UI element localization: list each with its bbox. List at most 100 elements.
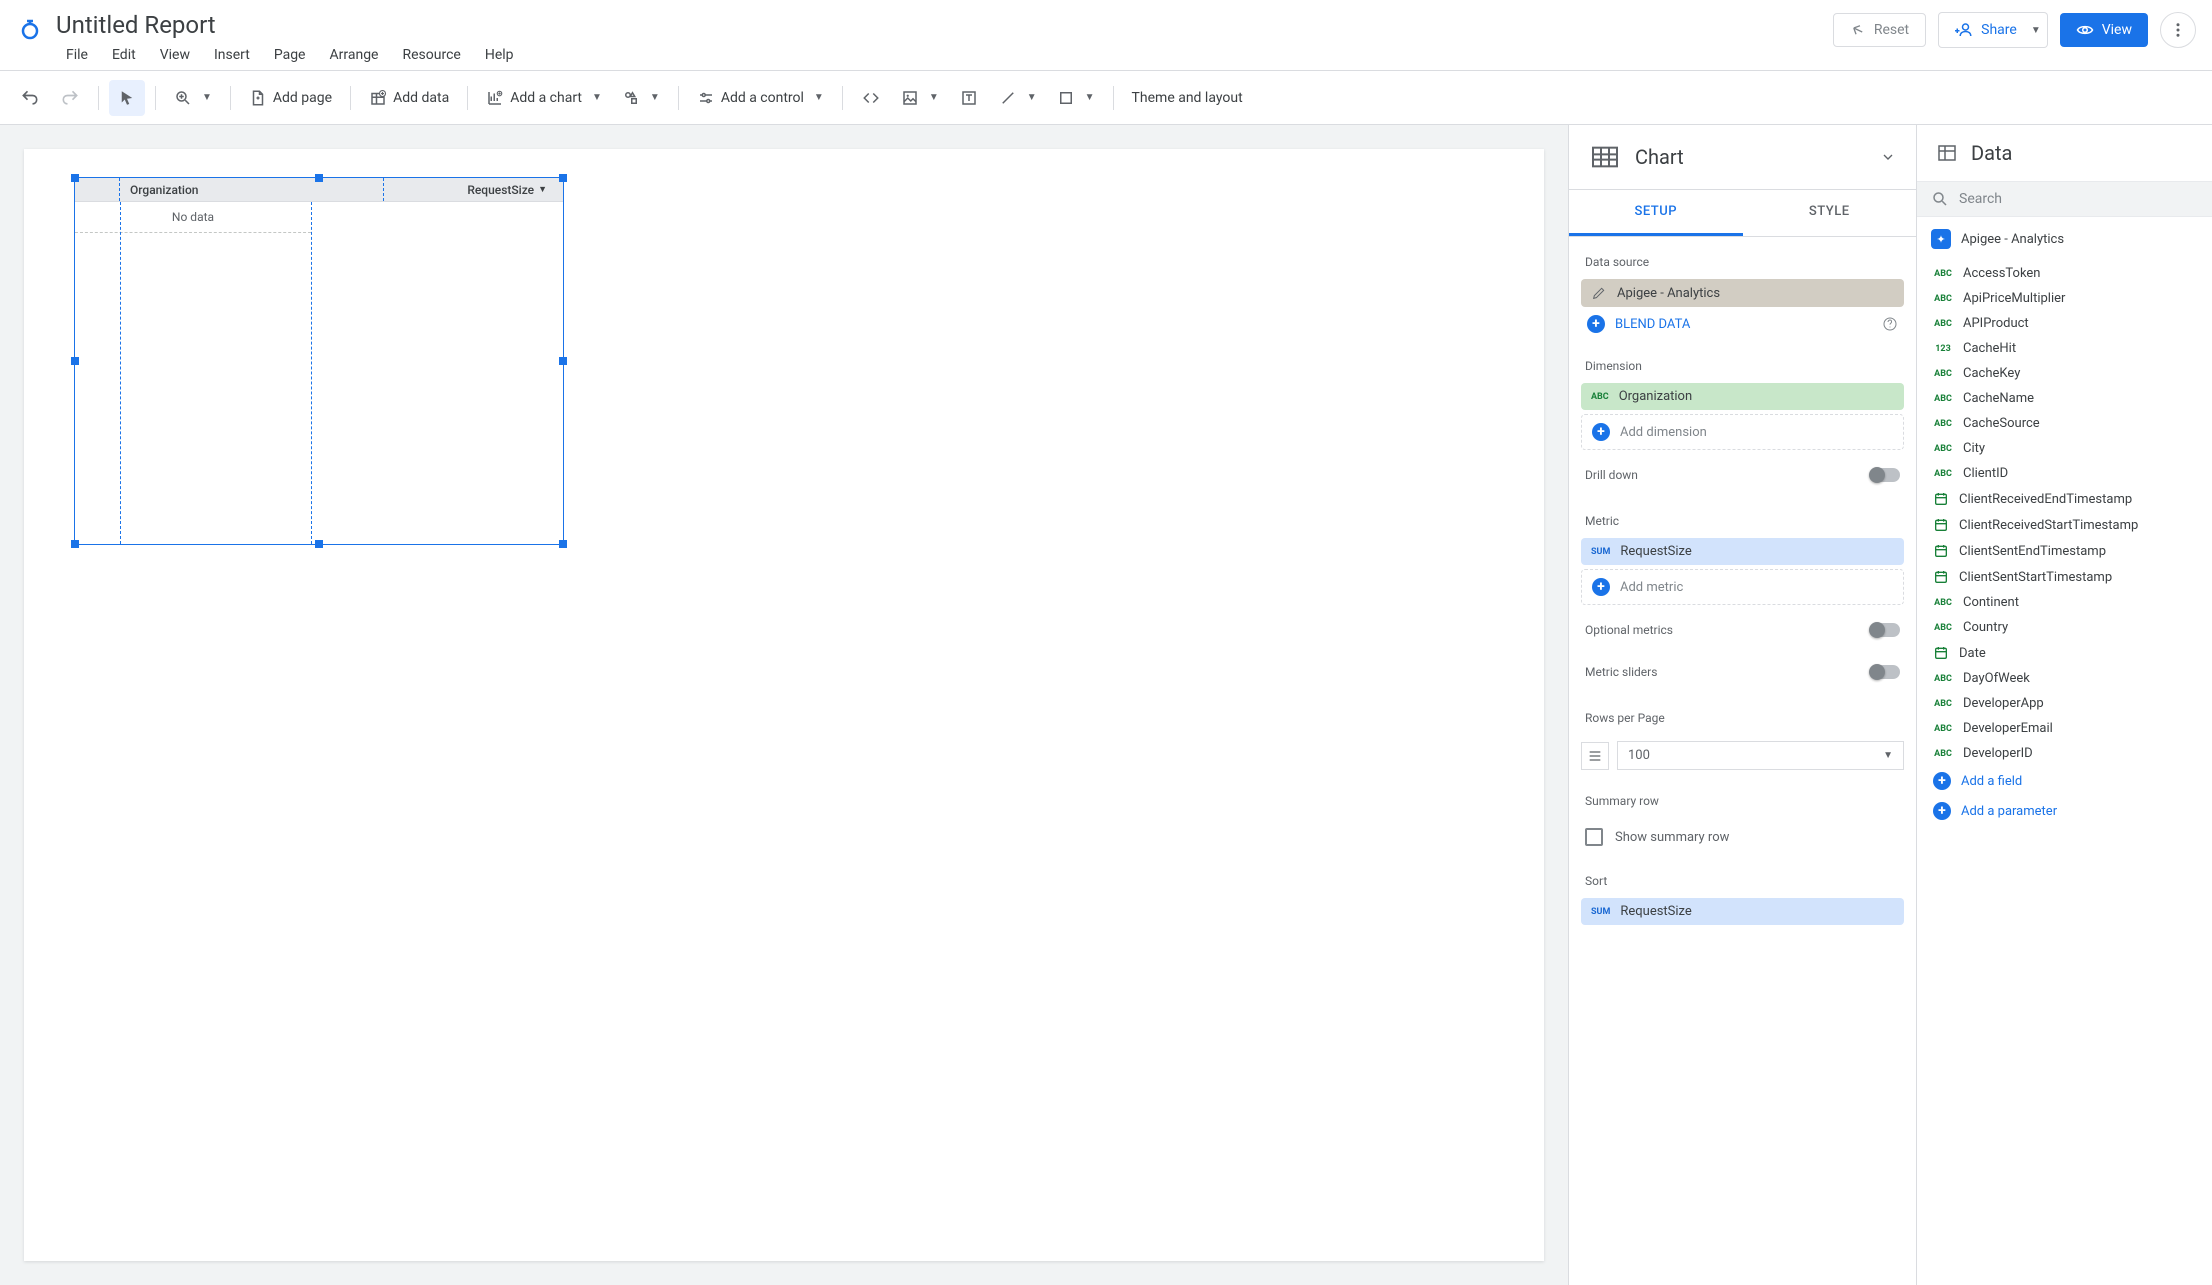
share-dropdown[interactable]: ▼ — [2021, 12, 2048, 48]
menu-bar: File Edit View Insert Page Arrange Resou… — [56, 43, 1833, 67]
field-item[interactable]: Date — [1923, 640, 2206, 666]
add-page-button[interactable]: Add page — [241, 80, 340, 116]
resize-handle[interactable] — [315, 174, 323, 182]
shape-button[interactable]: ▼ — [1049, 80, 1103, 116]
menu-insert[interactable]: Insert — [204, 43, 260, 67]
line-button[interactable]: ▼ — [991, 80, 1045, 116]
menu-help[interactable]: Help — [475, 43, 524, 67]
metric-sliders-toggle[interactable] — [1870, 665, 1900, 679]
column-requestsize[interactable]: RequestSize▼ — [383, 178, 563, 201]
app-logo[interactable] — [16, 15, 44, 43]
field-item[interactable]: ClientSentStartTimestamp — [1923, 564, 2206, 590]
rows-per-page-select[interactable]: 100 ▼ — [1617, 741, 1904, 770]
menu-file[interactable]: File — [56, 43, 98, 67]
share-label: Share — [1981, 22, 2017, 38]
tab-style[interactable]: STYLE — [1743, 190, 1917, 236]
field-item[interactable]: ClientReceivedStartTimestamp — [1923, 512, 2206, 538]
add-field-button[interactable]: +Add a field — [1923, 766, 2206, 796]
caret-down-icon: ▼ — [650, 92, 660, 103]
field-item[interactable]: ABCApiPriceMultiplier — [1923, 286, 2206, 311]
page-add-icon — [249, 89, 267, 107]
undo-button[interactable] — [12, 80, 48, 116]
menu-edit[interactable]: Edit — [102, 43, 146, 67]
menu-arrange[interactable]: Arrange — [320, 43, 389, 67]
field-item[interactable]: ABCContinent — [1923, 590, 2206, 615]
report-canvas[interactable]: Organization RequestSize▼ No data — [24, 149, 1544, 1261]
menu-page[interactable]: Page — [264, 43, 316, 67]
show-summary-label: Show summary row — [1615, 830, 1729, 845]
drill-down-toggle[interactable] — [1870, 468, 1900, 482]
dimension-label: Dimension — [1577, 341, 1908, 383]
help-icon[interactable] — [1882, 316, 1898, 332]
redo-button[interactable] — [52, 80, 88, 116]
table-chart-widget[interactable]: Organization RequestSize▼ No data — [74, 177, 564, 545]
line-icon — [999, 89, 1017, 107]
field-item[interactable]: ABCDeveloperEmail — [1923, 716, 2206, 741]
resize-handle[interactable] — [71, 174, 79, 182]
tab-setup[interactable]: SETUP — [1569, 190, 1743, 236]
theme-layout-button[interactable]: Theme and layout — [1124, 80, 1251, 116]
add-metric-button[interactable]: + Add metric — [1581, 569, 1904, 605]
add-parameter-button[interactable]: +Add a parameter — [1923, 796, 2206, 826]
community-viz-button[interactable]: ▼ — [614, 80, 668, 116]
optional-metrics-toggle[interactable] — [1870, 623, 1900, 637]
type-badge: ABC — [1933, 724, 1953, 734]
field-item[interactable]: ClientReceivedEndTimestamp — [1923, 486, 2206, 512]
data-source-chip[interactable]: Apigee - Analytics — [1581, 279, 1904, 307]
resize-handle[interactable] — [559, 540, 567, 548]
field-item[interactable]: 123CacheHit — [1923, 336, 2206, 361]
view-button[interactable]: View — [2060, 13, 2148, 47]
canvas-area[interactable]: Organization RequestSize▼ No data — [0, 125, 1568, 1285]
resize-handle[interactable] — [71, 540, 79, 548]
type-badge: ABC — [1933, 598, 1953, 608]
embed-button[interactable] — [853, 80, 889, 116]
add-data-button[interactable]: Add data — [361, 80, 457, 116]
add-control-button[interactable]: Add a control▼ — [689, 80, 832, 116]
panel-title: Chart — [1635, 145, 1866, 169]
add-dimension-button[interactable]: + Add dimension — [1581, 414, 1904, 450]
field-item[interactable]: ABCAPIProduct — [1923, 311, 2206, 336]
sort-chip[interactable]: SUM RequestSize — [1581, 898, 1904, 925]
resize-handle[interactable] — [71, 357, 79, 365]
report-title[interactable]: Untitled Report — [56, 11, 1833, 43]
field-item[interactable]: ABCClientID — [1923, 461, 2206, 486]
field-item[interactable]: ABCCity — [1923, 436, 2206, 461]
show-summary-checkbox[interactable] — [1585, 828, 1603, 846]
more-options-button[interactable] — [2160, 12, 2196, 48]
text-button[interactable] — [951, 80, 987, 116]
metric-chip[interactable]: SUM RequestSize — [1581, 538, 1904, 565]
field-item[interactable]: ClientSentEndTimestamp — [1923, 538, 2206, 564]
menu-view[interactable]: View — [150, 43, 200, 67]
field-item[interactable]: ABCAccessToken — [1923, 261, 2206, 286]
resize-handle[interactable] — [315, 540, 323, 548]
menu-resource[interactable]: Resource — [392, 43, 470, 67]
field-item[interactable]: ABCDeveloperID — [1923, 741, 2206, 766]
column-organization[interactable]: Organization — [120, 183, 383, 197]
data-source-item[interactable]: ✦ Apigee - Analytics — [1917, 217, 2212, 261]
zoom-icon — [174, 89, 192, 107]
plus-icon: + — [1933, 802, 1951, 820]
optional-metrics-label: Optional metrics — [1585, 623, 1673, 637]
field-item[interactable]: ABCCacheKey — [1923, 361, 2206, 386]
data-source-label: Data source — [1577, 237, 1908, 279]
field-item[interactable]: ABCCountry — [1923, 615, 2206, 640]
share-button[interactable]: Share — [1938, 12, 2034, 48]
reset-button[interactable]: Reset — [1833, 13, 1926, 47]
add-chart-button[interactable]: Add a chart▼ — [478, 80, 610, 116]
zoom-button[interactable]: ▼ — [166, 80, 220, 116]
image-button[interactable]: ▼ — [893, 80, 947, 116]
field-search[interactable]: Search — [1917, 181, 2212, 217]
dimension-chip[interactable]: ABC Organization — [1581, 383, 1904, 410]
chevron-down-icon[interactable] — [1880, 149, 1896, 165]
field-item[interactable]: ABCDeveloperApp — [1923, 691, 2206, 716]
pointer-tool[interactable] — [109, 80, 145, 116]
search-icon — [1931, 190, 1949, 208]
field-item[interactable]: ABCCacheName — [1923, 386, 2206, 411]
field-item[interactable]: ABCCacheSource — [1923, 411, 2206, 436]
field-item[interactable]: ABCDayOfWeek — [1923, 666, 2206, 691]
person-add-icon — [1955, 21, 1973, 39]
resize-handle[interactable] — [559, 357, 567, 365]
blend-data-button[interactable]: + BLEND DATA — [1577, 307, 1908, 341]
type-badge: ABC — [1933, 674, 1953, 684]
resize-handle[interactable] — [559, 174, 567, 182]
